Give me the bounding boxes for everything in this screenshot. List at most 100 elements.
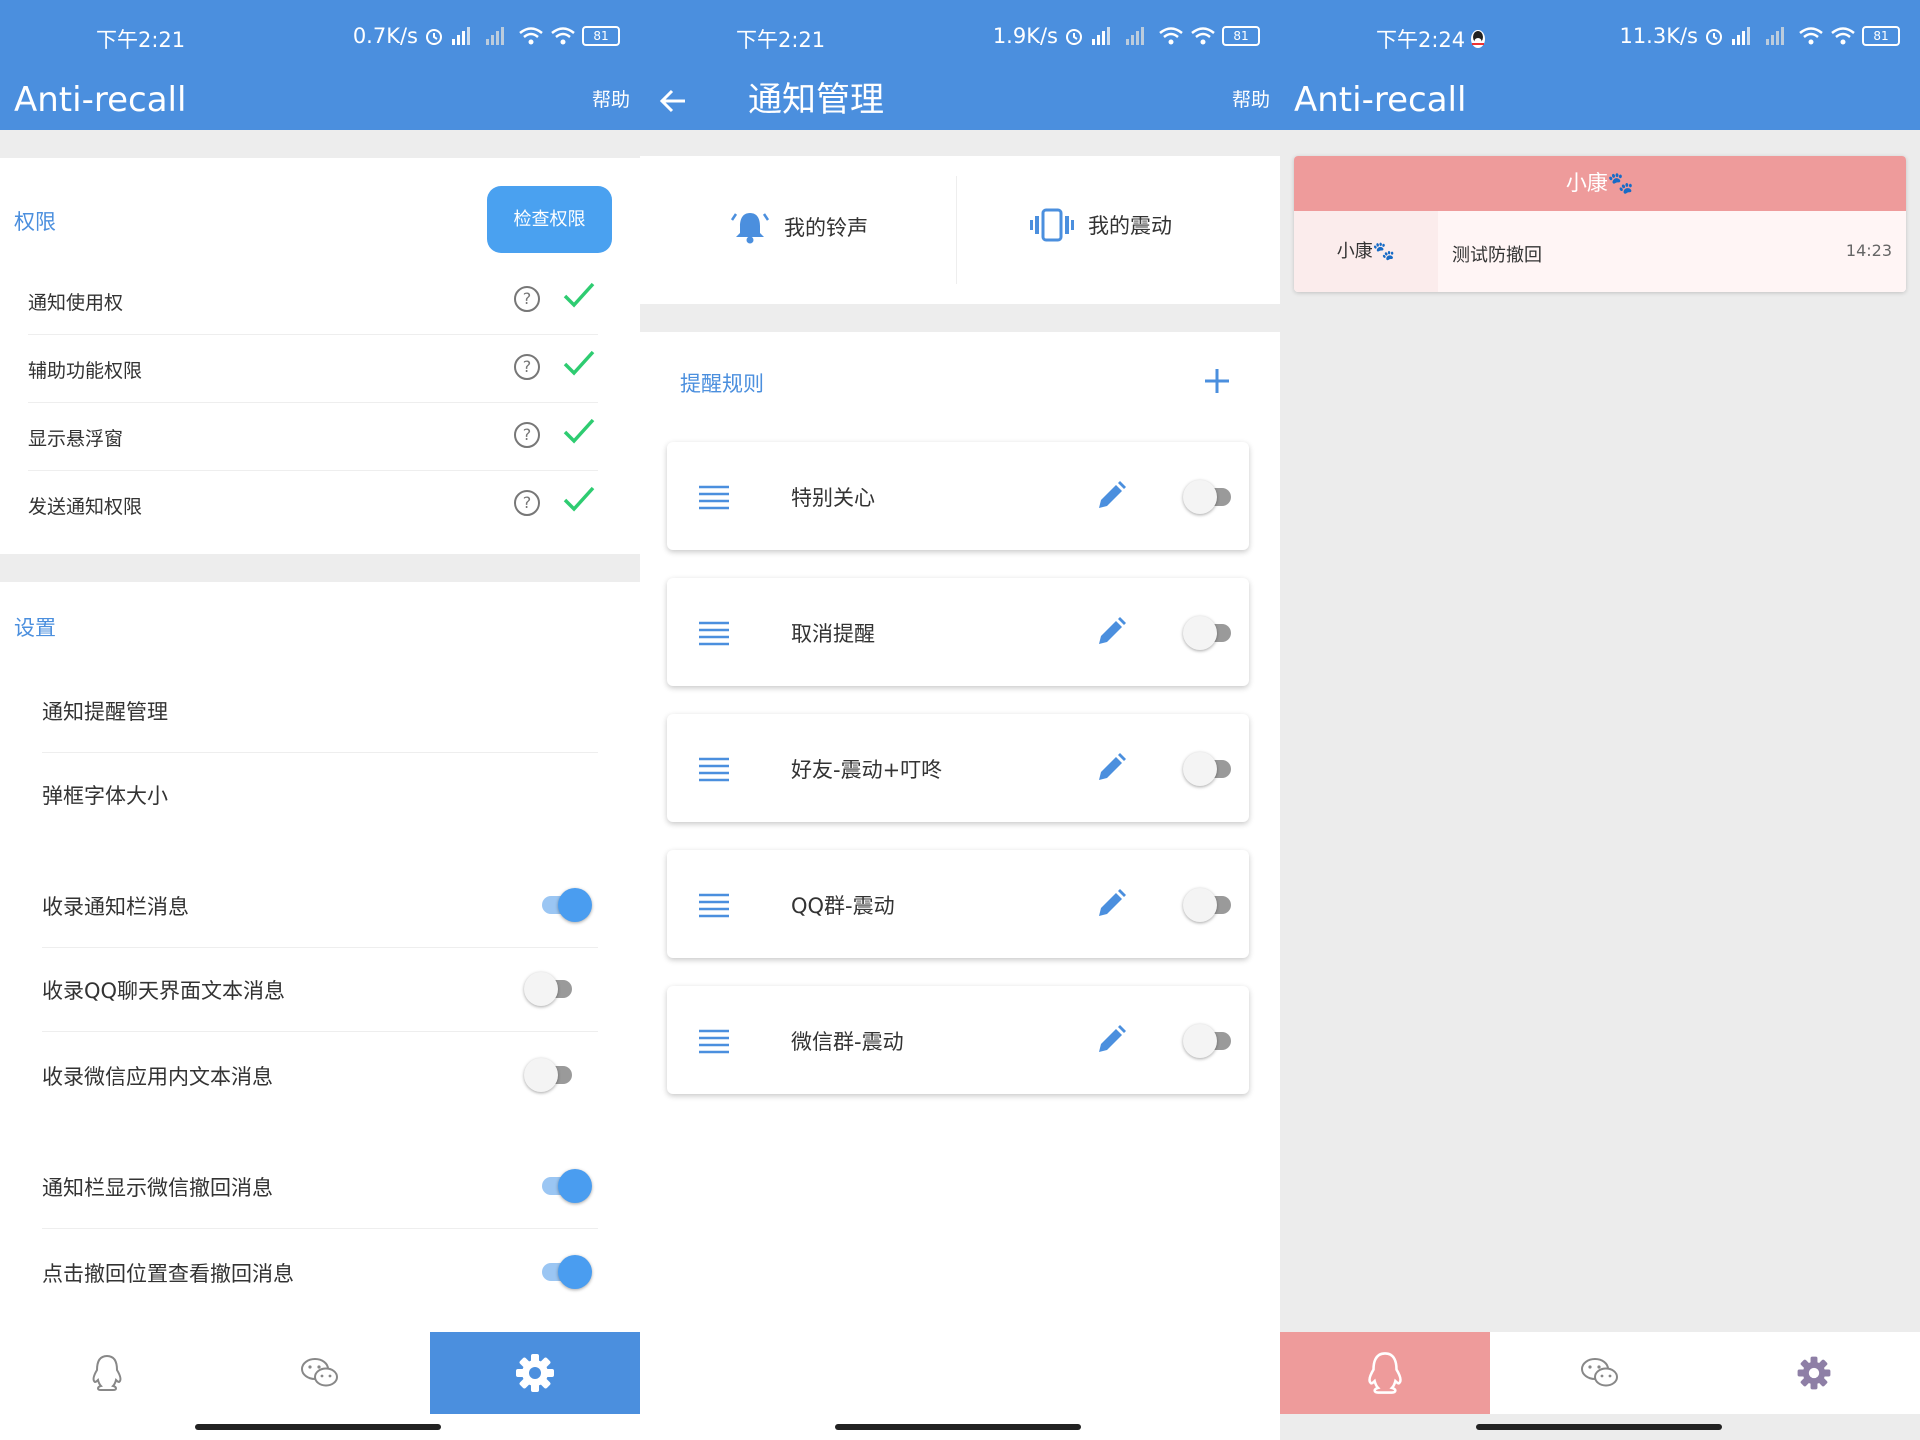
- signal-icon: [1732, 27, 1750, 45]
- home-indicator[interactable]: [195, 1424, 441, 1430]
- drag-menu-icon[interactable]: [697, 1028, 731, 1054]
- edit-pencil-icon[interactable]: [1095, 752, 1127, 784]
- help-button[interactable]: 帮助: [1232, 80, 1270, 120]
- toggle-switch[interactable]: [1183, 1024, 1237, 1058]
- alarm-icon: [1706, 29, 1722, 45]
- app-title: Anti-recall: [14, 80, 187, 120]
- vibrate-icon: [1030, 208, 1074, 242]
- reminder-rules-title: 提醒规则: [680, 372, 764, 396]
- permission-row[interactable]: 通知使用权 ?: [28, 266, 598, 335]
- home-indicator[interactable]: [1476, 1424, 1722, 1430]
- edit-pencil-icon[interactable]: [1095, 888, 1127, 920]
- page-title: 通知管理: [748, 80, 884, 120]
- rule-card[interactable]: 好友-震动+叮咚: [667, 714, 1249, 822]
- rule-name: 微信群-震动: [791, 1030, 904, 1054]
- rule-card[interactable]: 取消提醒: [667, 578, 1249, 686]
- my-ringtone-button[interactable]: 我的铃声: [730, 208, 868, 246]
- help-button[interactable]: 帮助: [592, 80, 630, 120]
- home-indicator[interactable]: [835, 1424, 1081, 1430]
- status-time: 下午2:21: [736, 28, 826, 52]
- recall-list-screen: 下午2:24 11.3K/s 81 Anti-recall 小康🐾 小康🐾 测试…: [1280, 0, 1920, 1440]
- toggle-switch[interactable]: [1183, 888, 1237, 922]
- setting-label: 通知提醒管理: [42, 700, 168, 724]
- plus-icon[interactable]: [1202, 366, 1232, 396]
- toggle-switch[interactable]: [1183, 480, 1237, 514]
- divider: [0, 554, 640, 582]
- dialog-font-size-item[interactable]: 弹框字体大小: [42, 752, 598, 836]
- setting-toggle-row[interactable]: 通知栏显示微信撤回消息: [42, 1144, 598, 1229]
- wifi-icon: [1159, 27, 1183, 45]
- toggle-switch[interactable]: [538, 888, 592, 922]
- help-circle-icon[interactable]: ?: [514, 286, 540, 312]
- setting-label: 收录QQ聊天界面文本消息: [42, 979, 286, 1003]
- tab-wechat[interactable]: [213, 1332, 426, 1414]
- drag-menu-icon[interactable]: [697, 756, 731, 782]
- media-divider: [956, 176, 957, 284]
- edit-pencil-icon[interactable]: [1095, 480, 1127, 512]
- help-circle-icon[interactable]: ?: [514, 354, 540, 380]
- drag-menu-icon[interactable]: [697, 484, 731, 510]
- setting-toggle-row[interactable]: 点击撤回位置查看撤回消息: [42, 1230, 598, 1314]
- toggle-switch[interactable]: [538, 1255, 592, 1289]
- network-speed: 1.9K/s: [992, 24, 1058, 48]
- message-row[interactable]: 测试防撤回 14:23: [1438, 211, 1906, 292]
- permission-label: 辅助功能权限: [28, 360, 143, 382]
- recalled-message-card[interactable]: 小康🐾 小康🐾 测试防撤回 14:23: [1294, 156, 1906, 292]
- notification-management-item[interactable]: 通知提醒管理: [42, 668, 598, 753]
- toggle-switch[interactable]: [1183, 616, 1237, 650]
- sender-name: 小康🐾: [1294, 211, 1438, 292]
- edit-pencil-icon[interactable]: [1095, 1024, 1127, 1056]
- back-arrow-icon[interactable]: [658, 86, 688, 116]
- help-circle-icon[interactable]: ?: [514, 422, 540, 448]
- message-text: 测试防撤回: [1452, 245, 1542, 266]
- tab-qq[interactable]: [0, 1332, 213, 1414]
- toggle-switch[interactable]: [524, 1058, 578, 1092]
- checkmark-icon: [563, 282, 595, 308]
- signal-icon: [486, 27, 504, 45]
- divider: [640, 304, 1280, 332]
- permission-label: 通知使用权: [28, 292, 124, 314]
- toggle-switch[interactable]: [538, 1169, 592, 1203]
- permission-row[interactable]: 辅助功能权限 ?: [28, 334, 598, 403]
- permission-row[interactable]: 显示悬浮窗 ?: [28, 402, 598, 471]
- bottom-nav: [0, 1332, 640, 1414]
- rule-name: 取消提醒: [791, 622, 875, 646]
- gear-icon: [1797, 1356, 1830, 1390]
- help-circle-icon[interactable]: ?: [514, 490, 540, 516]
- drag-menu-icon[interactable]: [697, 892, 731, 918]
- edit-pencil-icon[interactable]: [1095, 616, 1127, 648]
- check-permissions-button[interactable]: 检查权限: [487, 186, 612, 253]
- signal-icon: [452, 27, 470, 45]
- permission-row[interactable]: 发送通知权限 ?: [28, 470, 598, 538]
- alarm-icon: [426, 29, 442, 45]
- vibration-label: 我的震动: [1088, 214, 1172, 238]
- tab-settings[interactable]: [430, 1332, 640, 1414]
- rule-card[interactable]: 微信群-震动: [667, 986, 1249, 1094]
- signal-icon: [1126, 27, 1144, 45]
- permissions-title: 权限: [14, 210, 56, 234]
- toggle-switch[interactable]: [1183, 752, 1237, 786]
- settings-screen: 下午2:21 0.7K/s 81 Anti-recall 帮助 权限 检查权限 …: [0, 0, 640, 1440]
- rule-card[interactable]: 特别关心: [667, 442, 1249, 550]
- rule-card[interactable]: QQ群-震动: [667, 850, 1249, 958]
- tab-qq[interactable]: [1280, 1332, 1490, 1414]
- divider: [640, 130, 1280, 156]
- permission-label: 显示悬浮窗: [28, 428, 124, 450]
- tab-wechat[interactable]: [1493, 1332, 1706, 1414]
- toggle-switch[interactable]: [524, 972, 578, 1006]
- setting-toggle-row[interactable]: 收录QQ聊天界面文本消息: [42, 947, 598, 1032]
- tab-settings[interactable]: [1707, 1332, 1920, 1414]
- permission-label: 发送通知权限: [28, 496, 143, 518]
- setting-toggle-row[interactable]: 收录通知栏消息: [42, 863, 598, 948]
- message-time: 14:23: [1845, 241, 1892, 260]
- my-vibration-button[interactable]: 我的震动: [1030, 208, 1172, 242]
- checkmark-icon: [563, 418, 595, 444]
- setting-label: 收录通知栏消息: [42, 895, 189, 919]
- setting-toggle-row[interactable]: 收录微信应用内文本消息: [42, 1033, 598, 1117]
- battery-icon: 81: [1862, 26, 1900, 46]
- drag-menu-icon[interactable]: [697, 620, 731, 646]
- media-settings-row: 我的铃声 我的震动: [640, 156, 1280, 304]
- status-bar: 下午2:24 11.3K/s 81: [1280, 0, 1920, 72]
- status-time: 下午2:24: [1376, 28, 1466, 52]
- qq-penguin-icon: [1368, 1352, 1402, 1394]
